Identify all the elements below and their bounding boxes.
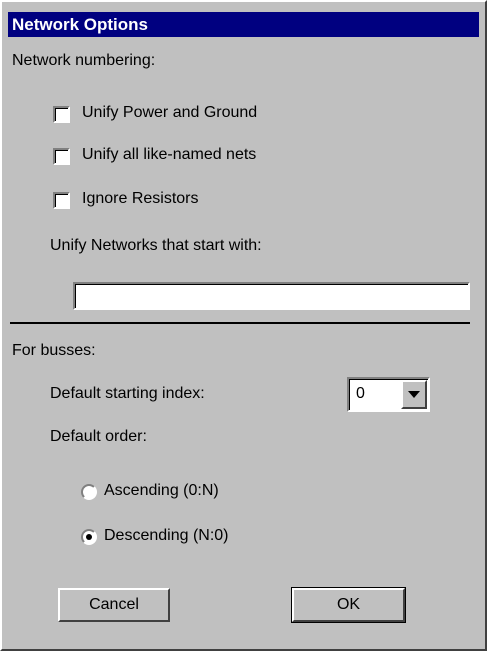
starting-index-label: Default starting index: [50, 385, 205, 402]
cancel-button[interactable]: Cancel [58, 588, 170, 622]
chevron-down-icon [408, 391, 420, 398]
ascending-radio[interactable] [81, 484, 97, 500]
busses-label: For busses: [12, 342, 96, 359]
unify-prefix-input[interactable] [73, 282, 470, 310]
descending-label[interactable]: Descending (N:0) [104, 527, 229, 545]
network-options-dialog: Network Options Network numbering: Unify… [0, 0, 487, 651]
starting-index-select[interactable]: 0 [347, 377, 430, 412]
ignore-resistors-checkbox[interactable] [53, 192, 70, 209]
unify-power-ground-label[interactable]: Unify Power and Ground [82, 104, 257, 122]
ascending-label[interactable]: Ascending (0:N) [104, 482, 219, 500]
ok-button[interactable]: OK [291, 587, 406, 623]
section-divider [10, 322, 470, 324]
ignore-resistors-label[interactable]: Ignore Resistors [82, 190, 199, 208]
unify-power-ground-checkbox[interactable] [53, 106, 70, 123]
unify-like-named-nets-checkbox[interactable] [53, 148, 70, 165]
starting-index-value: 0 [356, 385, 365, 402]
default-order-label: Default order: [50, 428, 147, 445]
unify-prefix-label: Unify Networks that start with: [50, 237, 262, 254]
dialog-title: Network Options [8, 12, 479, 37]
dropdown-button[interactable] [401, 380, 427, 409]
radio-selected-dot [86, 534, 92, 540]
network-numbering-label: Network numbering: [12, 52, 156, 69]
descending-radio[interactable] [81, 529, 97, 545]
unify-like-named-nets-label[interactable]: Unify all like-named nets [82, 146, 256, 164]
